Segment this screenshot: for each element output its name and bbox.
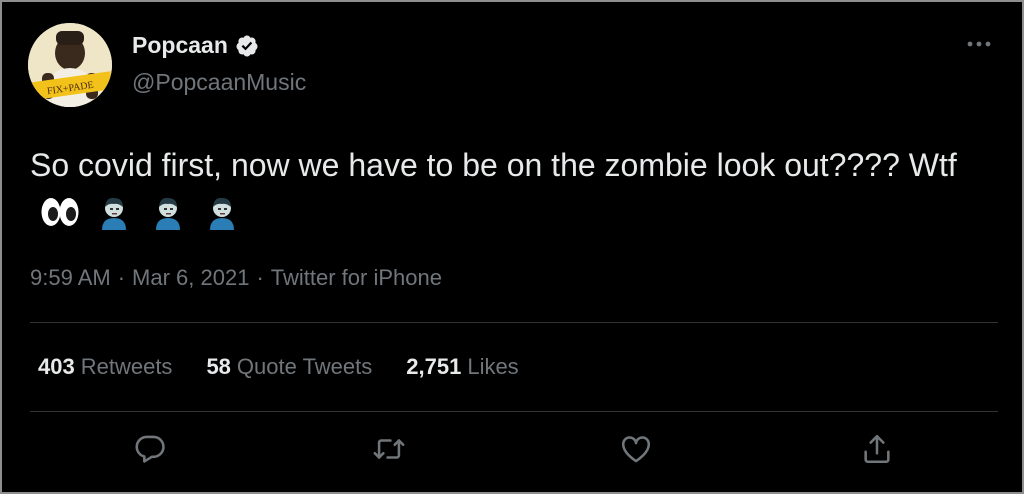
retweet-icon[interactable] [372, 432, 406, 466]
retweets-stat[interactable]: 403 Retweets [38, 354, 172, 380]
more-options-icon[interactable] [966, 34, 992, 54]
divider [30, 411, 998, 412]
divider [30, 322, 998, 323]
quote-tweets-stat[interactable]: 58 Quote Tweets [206, 354, 372, 380]
quote-tweets-count: 58 [206, 354, 231, 379]
eyes-emoji [41, 198, 79, 226]
likes-count: 2,751 [406, 354, 462, 379]
meta-separator: · [256, 265, 264, 290]
like-icon[interactable] [619, 432, 653, 466]
author-name-row: Popcaan [132, 32, 259, 59]
author-name[interactable]: Popcaan [132, 32, 228, 59]
tweet-date[interactable]: Mar 6, 2021 [132, 265, 249, 290]
tweet-time[interactable]: 9:59 AM [30, 265, 111, 290]
zombie-emoji [156, 197, 180, 230]
tweet-card: FIX+PADE Popcaan @PopcaanMusic So covid … [2, 2, 1022, 492]
tweet-meta: 9:59 AM · Mar 6, 2021 · Twitter for iPhone [30, 265, 442, 291]
meta-separator: · [117, 265, 126, 290]
tweet-text-block: So covid first, now we have to be on the… [30, 141, 990, 237]
share-icon[interactable] [860, 432, 894, 466]
zombie-emoji [102, 197, 126, 230]
avatar-image: FIX+PADE [28, 23, 112, 107]
verified-badge-icon [236, 35, 258, 56]
likes-label: Likes [467, 354, 519, 379]
tweet-stats: 403 Retweets 58 Quote Tweets 2,751 Likes [38, 354, 519, 380]
reply-icon[interactable] [133, 432, 167, 466]
retweets-label: Retweets [80, 354, 173, 379]
retweets-count: 403 [38, 354, 75, 379]
action-bar [2, 430, 1022, 474]
tweet-text: So covid first, now we have to be on the… [30, 147, 957, 183]
author-handle[interactable]: @PopcaanMusic [132, 69, 306, 96]
emoji-run [40, 194, 242, 230]
avatar[interactable]: FIX+PADE [28, 23, 112, 107]
tweet-source[interactable]: Twitter for iPhone [271, 265, 442, 290]
likes-stat[interactable]: 2,751 Likes [406, 354, 518, 380]
quote-tweets-label: Quote Tweets [236, 354, 373, 379]
zombie-emoji [210, 197, 234, 230]
